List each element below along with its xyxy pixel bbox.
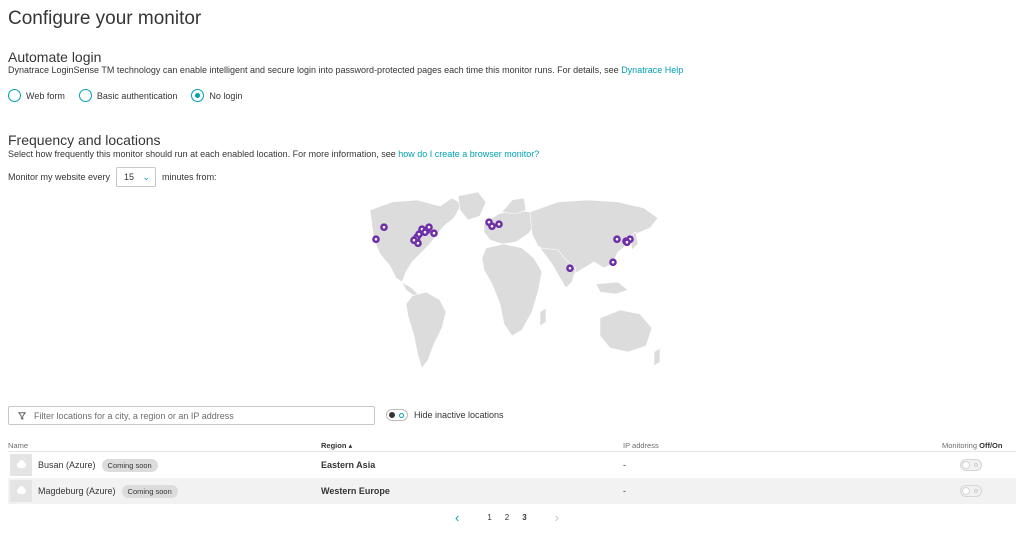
frequency-text: Select how frequently this monitor shoul…	[8, 149, 399, 159]
column-header-monitoring[interactable]: Monitoring Off/On	[942, 441, 1002, 450]
toggle-ring	[399, 412, 404, 418]
table-row[interactable]: Magdeburg (Azure) Coming soon Western Eu…	[8, 478, 1016, 504]
radio-basic-authentication[interactable]: Basic authentication	[78, 89, 178, 102]
location-region: Eastern Asia	[321, 460, 376, 470]
page-title: Configure your monitor	[8, 8, 202, 29]
column-header-monitoring-bold: Off/On	[979, 441, 1003, 450]
location-marker-dot	[432, 231, 436, 235]
frequency-select[interactable]: 15 ⌄	[116, 167, 157, 187]
radio-no-login-label: No login	[209, 90, 243, 101]
column-header-region[interactable]: Region ▴	[321, 441, 352, 450]
column-header-monitoring-prefix: Monitoring	[942, 441, 980, 450]
column-header-name[interactable]: Name	[8, 441, 28, 450]
browser-monitor-help-link[interactable]: how do I create a browser monitor?	[398, 149, 539, 159]
radio-basic-authentication-label: Basic authentication	[96, 90, 178, 101]
pagination: ‹ 1 2 3 ›	[455, 510, 559, 525]
location-marker-dot	[611, 260, 615, 264]
frequency-description: Select how frequently this monitor shoul…	[8, 149, 539, 159]
frequency-prefix: Monitor my website every	[8, 172, 111, 182]
frequency-suffix: minutes from:	[162, 172, 217, 182]
toggle-ring	[974, 489, 978, 493]
location-name: Busan (Azure)	[38, 460, 96, 470]
previous-page-icon[interactable]: ‹	[455, 510, 459, 525]
toggle-knob	[962, 487, 970, 495]
table-row[interactable]: Busan (Azure) Coming soon Eastern Asia -	[8, 452, 1016, 478]
column-header-region-label: Region ▴	[321, 441, 353, 450]
page-link-3[interactable]: 3	[522, 513, 526, 522]
monitoring-toggle[interactable]	[960, 485, 982, 497]
frequency-heading: Frequency and locations	[8, 132, 161, 148]
toggle-ring	[974, 463, 978, 467]
automate-login-text: Dynatrace LoginSense TM technology can e…	[8, 65, 622, 75]
chevron-down-icon: ⌄	[142, 171, 151, 182]
location-region: Western Europe	[321, 486, 390, 496]
toggle-knob	[962, 461, 970, 469]
location-marker-dot	[615, 237, 619, 241]
filter-icon	[18, 411, 26, 420]
location-filter-input[interactable]	[34, 410, 354, 421]
toggle-knob	[389, 412, 395, 418]
status-badge: Coming soon	[121, 484, 178, 498]
location-ip: -	[623, 486, 626, 496]
hide-inactive-toggle-row: Hide inactive locations	[386, 409, 504, 421]
world-map-land	[369, 191, 661, 369]
location-marker-dot	[625, 240, 629, 244]
world-map-svg	[369, 191, 661, 369]
radio-no-login[interactable]: No login	[191, 89, 242, 102]
location-marker-dot	[417, 232, 421, 236]
automate-login-heading: Automate login	[8, 49, 102, 65]
column-header-ip[interactable]: IP address	[623, 441, 659, 450]
location-marker-dot	[382, 225, 386, 229]
location-marker-dot	[416, 241, 420, 245]
frequency-row: Monitor my website every 15 ⌄ minutes fr…	[8, 167, 217, 187]
frequency-select-value: 15	[124, 172, 135, 182]
page-link-2[interactable]: 2	[505, 513, 509, 522]
location-marker-dot	[497, 222, 501, 226]
location-marker-dot	[568, 266, 572, 270]
next-page-icon[interactable]: ›	[555, 510, 559, 525]
status-badge: Coming soon	[101, 458, 158, 472]
location-marker-dot	[423, 230, 427, 234]
radio-no-login-control[interactable]	[191, 89, 205, 102]
radio-web-form[interactable]: Web form	[8, 89, 65, 102]
cloud-icon	[10, 480, 32, 502]
monitoring-toggle[interactable]	[960, 459, 982, 471]
locations-world-map[interactable]	[362, 188, 665, 384]
automate-login-description: Dynatrace LoginSense TM technology can e…	[8, 65, 683, 75]
radio-web-form-control[interactable]	[8, 89, 21, 102]
location-ip: -	[623, 460, 626, 470]
login-type-radio-group: Web form Basic authentication No login	[8, 89, 242, 102]
cloud-icon	[10, 454, 32, 476]
dynatrace-help-link[interactable]: Dynatrace Help	[621, 65, 683, 75]
radio-basic-authentication-control[interactable]	[78, 89, 92, 102]
hide-inactive-toggle[interactable]	[386, 409, 408, 421]
location-marker-dot	[490, 224, 494, 228]
location-marker-dot	[374, 237, 378, 241]
location-filter[interactable]	[8, 406, 375, 425]
hide-inactive-label: Hide inactive locations	[414, 410, 504, 420]
location-name: Magdeburg (Azure)	[38, 486, 116, 496]
radio-web-form-label: Web form	[26, 90, 65, 101]
page-link-1[interactable]: 1	[487, 513, 491, 522]
location-marker-dot	[427, 225, 431, 229]
